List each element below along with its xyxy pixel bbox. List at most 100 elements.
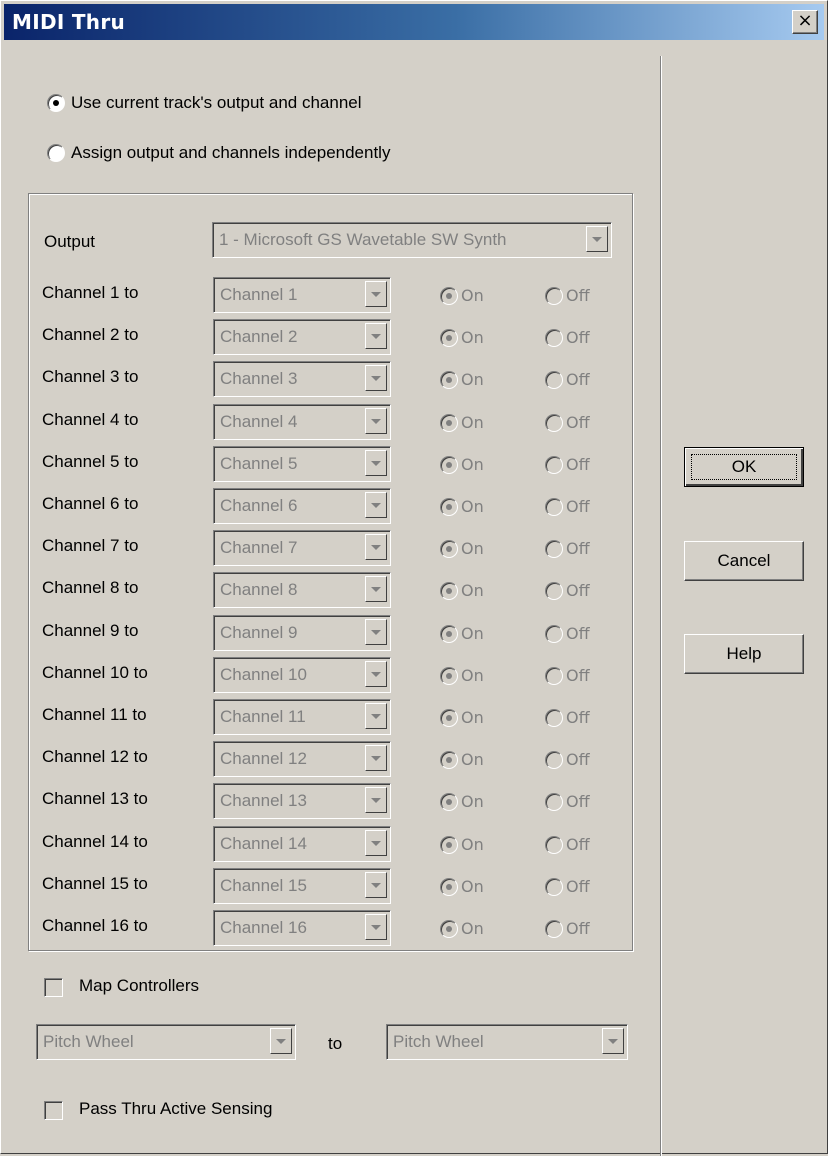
channel-8-dropdown[interactable]: Channel 8 xyxy=(213,572,391,608)
channel-16-off-radio[interactable]: Off xyxy=(545,919,590,938)
channel-5-on-radio[interactable]: On xyxy=(440,455,484,474)
radio-use-current-indicator[interactable] xyxy=(47,94,65,112)
radio-off-indicator[interactable] xyxy=(545,666,563,685)
channel-9-off-radio[interactable]: Off xyxy=(545,624,590,643)
radio-assign-independent[interactable]: Assign output and channels independently xyxy=(47,143,390,163)
channel-10-on-radio[interactable]: On xyxy=(440,666,484,685)
channel-1-on-radio[interactable]: On xyxy=(440,286,484,305)
radio-off-indicator[interactable] xyxy=(545,455,563,474)
channel-14-off-radio[interactable]: Off xyxy=(545,835,590,854)
chevron-down-icon[interactable] xyxy=(365,408,387,434)
channel-14-dropdown[interactable]: Channel 14 xyxy=(213,826,391,862)
channel-4-off-radio[interactable]: Off xyxy=(545,413,590,432)
channel-2-off-radio[interactable]: Off xyxy=(545,328,590,347)
radio-on-indicator[interactable] xyxy=(440,497,458,516)
radio-off-indicator[interactable] xyxy=(545,328,563,347)
chevron-down-icon[interactable] xyxy=(365,787,387,813)
cancel-button[interactable]: Cancel xyxy=(684,541,804,581)
channel-15-on-radio[interactable]: On xyxy=(440,877,484,896)
radio-on-indicator[interactable] xyxy=(440,286,458,305)
radio-on-indicator[interactable] xyxy=(440,792,458,811)
channel-13-off-radio[interactable]: Off xyxy=(545,792,590,811)
channel-9-dropdown[interactable]: Channel 9 xyxy=(213,615,391,651)
radio-off-indicator[interactable] xyxy=(545,835,563,854)
channel-1-off-radio[interactable]: Off xyxy=(545,286,590,305)
radio-off-indicator[interactable] xyxy=(545,581,563,600)
chevron-down-icon[interactable] xyxy=(365,576,387,602)
radio-off-indicator[interactable] xyxy=(545,919,563,938)
radio-off-indicator[interactable] xyxy=(545,413,563,432)
radio-on-indicator[interactable] xyxy=(440,328,458,347)
channel-7-dropdown[interactable]: Channel 7 xyxy=(213,530,391,566)
channel-10-dropdown[interactable]: Channel 10 xyxy=(213,657,391,693)
channel-2-on-radio[interactable]: On xyxy=(440,328,484,347)
channel-16-on-radio[interactable]: On xyxy=(440,919,484,938)
radio-on-indicator[interactable] xyxy=(440,370,458,389)
chevron-down-icon[interactable] xyxy=(602,1028,624,1054)
channel-16-dropdown[interactable]: Channel 16 xyxy=(213,910,391,946)
chevron-down-icon[interactable] xyxy=(365,745,387,771)
channel-7-on-radio[interactable]: On xyxy=(440,539,484,558)
radio-off-indicator[interactable] xyxy=(545,539,563,558)
chevron-down-icon[interactable] xyxy=(365,703,387,729)
radio-on-indicator[interactable] xyxy=(440,455,458,474)
channel-15-dropdown[interactable]: Channel 15 xyxy=(213,868,391,904)
channel-14-on-radio[interactable]: On xyxy=(440,835,484,854)
chevron-down-icon[interactable] xyxy=(365,492,387,518)
radio-on-indicator[interactable] xyxy=(440,581,458,600)
chevron-down-icon[interactable] xyxy=(365,534,387,560)
radio-off-indicator[interactable] xyxy=(545,370,563,389)
channel-12-on-radio[interactable]: On xyxy=(440,750,484,769)
channel-6-dropdown[interactable]: Channel 6 xyxy=(213,488,391,524)
radio-on-indicator[interactable] xyxy=(440,708,458,727)
active-sensing-checkbox[interactable] xyxy=(44,1101,63,1120)
chevron-down-icon[interactable] xyxy=(365,914,387,940)
chevron-down-icon[interactable] xyxy=(270,1028,292,1054)
channel-2-dropdown[interactable]: Channel 2 xyxy=(213,319,391,355)
chevron-down-icon[interactable] xyxy=(365,450,387,476)
channel-4-on-radio[interactable]: On xyxy=(440,413,484,432)
channel-3-dropdown[interactable]: Channel 3 xyxy=(213,361,391,397)
ok-button[interactable]: OK xyxy=(684,447,804,487)
radio-on-indicator[interactable] xyxy=(440,919,458,938)
channel-8-off-radio[interactable]: Off xyxy=(545,581,590,600)
channel-3-on-radio[interactable]: On xyxy=(440,370,484,389)
radio-assign-independent-indicator[interactable] xyxy=(47,144,65,162)
chevron-down-icon[interactable] xyxy=(365,365,387,391)
chevron-down-icon[interactable] xyxy=(365,323,387,349)
chevron-down-icon[interactable] xyxy=(365,619,387,645)
radio-off-indicator[interactable] xyxy=(545,286,563,305)
radio-off-indicator[interactable] xyxy=(545,877,563,896)
channel-6-on-radio[interactable]: On xyxy=(440,497,484,516)
channel-15-off-radio[interactable]: Off xyxy=(545,877,590,896)
channel-1-dropdown[interactable]: Channel 1 xyxy=(213,277,391,313)
radio-on-indicator[interactable] xyxy=(440,539,458,558)
controller-from-dropdown[interactable]: Pitch Wheel xyxy=(36,1024,296,1060)
controller-to-dropdown[interactable]: Pitch Wheel xyxy=(386,1024,628,1060)
channel-6-off-radio[interactable]: Off xyxy=(545,497,590,516)
channel-9-on-radio[interactable]: On xyxy=(440,624,484,643)
radio-on-indicator[interactable] xyxy=(440,877,458,896)
radio-use-current[interactable]: Use current track's output and channel xyxy=(47,93,362,113)
radio-on-indicator[interactable] xyxy=(440,413,458,432)
chevron-down-icon[interactable] xyxy=(586,226,608,252)
channel-12-off-radio[interactable]: Off xyxy=(545,750,590,769)
radio-on-indicator[interactable] xyxy=(440,750,458,769)
output-dropdown[interactable]: 1 - Microsoft GS Wavetable SW Synth xyxy=(212,222,612,258)
chevron-down-icon[interactable] xyxy=(365,872,387,898)
channel-10-off-radio[interactable]: Off xyxy=(545,666,590,685)
chevron-down-icon[interactable] xyxy=(365,661,387,687)
channel-13-dropdown[interactable]: Channel 13 xyxy=(213,783,391,819)
channel-4-dropdown[interactable]: Channel 4 xyxy=(213,404,391,440)
channel-8-on-radio[interactable]: On xyxy=(440,581,484,600)
radio-on-indicator[interactable] xyxy=(440,835,458,854)
channel-13-on-radio[interactable]: On xyxy=(440,792,484,811)
channel-12-dropdown[interactable]: Channel 12 xyxy=(213,741,391,777)
channel-5-off-radio[interactable]: Off xyxy=(545,455,590,474)
channel-7-off-radio[interactable]: Off xyxy=(545,539,590,558)
radio-off-indicator[interactable] xyxy=(545,708,563,727)
map-controllers-checkbox[interactable] xyxy=(44,978,63,997)
channel-5-dropdown[interactable]: Channel 5 xyxy=(213,446,391,482)
channel-3-off-radio[interactable]: Off xyxy=(545,370,590,389)
help-button[interactable]: Help xyxy=(684,634,804,674)
